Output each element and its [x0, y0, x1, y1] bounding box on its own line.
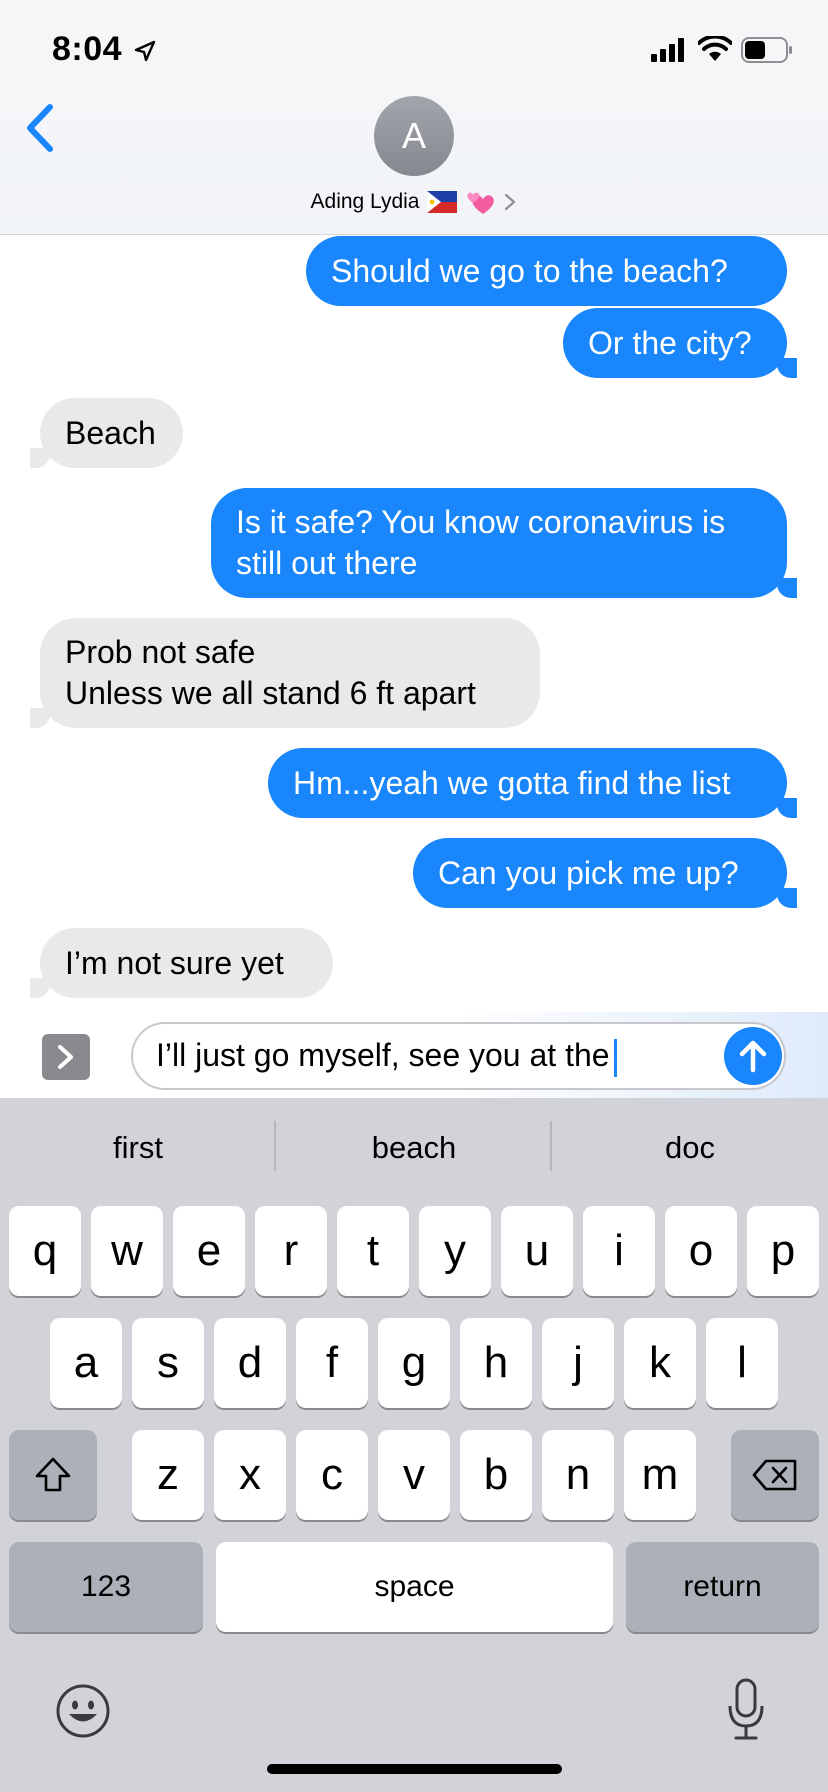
message-text: Can you pick me up?	[438, 854, 739, 891]
message-text-line: Is it safe? You know coronavirus is	[236, 504, 726, 540]
outgoing-message[interactable]: Should we go to the beach?	[306, 236, 787, 306]
suggestion-first[interactable]: first	[0, 1130, 276, 1166]
two-hearts-icon	[467, 192, 495, 214]
key-a[interactable]: a	[50, 1318, 122, 1408]
chevron-right-icon	[505, 193, 516, 211]
message-text-line: Prob not safe	[65, 634, 256, 670]
delete-key[interactable]	[731, 1430, 819, 1520]
key-h[interactable]: h	[460, 1318, 532, 1408]
shift-arrow-icon	[35, 1457, 71, 1492]
key-i[interactable]: i	[583, 1206, 655, 1296]
message-text: Or the city?	[588, 324, 752, 361]
bubble-tail	[777, 358, 797, 378]
avatar-initial: A	[401, 115, 426, 156]
key-z[interactable]: z	[132, 1430, 204, 1520]
message-input-text[interactable]: I’ll just go myself, see you at the	[156, 1037, 617, 1077]
numbers-key[interactable]: 123	[9, 1542, 203, 1632]
philippines-flag-icon	[427, 191, 458, 213]
key-g[interactable]: g	[378, 1318, 450, 1408]
message-text: Hm...yeah we gotta find the list	[293, 764, 731, 801]
outgoing-message[interactable]: Or the city?	[563, 308, 797, 378]
message-text-line: still out there	[236, 545, 418, 581]
bubble-tail	[30, 448, 50, 468]
message-text: Beach	[65, 414, 156, 451]
outgoing-message[interactable]: Is it safe? You know coronavirus is stil…	[211, 488, 797, 598]
suggestion-doc[interactable]: doc	[552, 1130, 828, 1166]
key-l[interactable]: l	[706, 1318, 778, 1408]
battery-icon	[741, 37, 792, 63]
key-r[interactable]: r	[255, 1206, 327, 1296]
bubble-tail	[30, 978, 50, 998]
key-u[interactable]: u	[501, 1206, 573, 1296]
message-text: I’m not sure yet	[65, 944, 284, 981]
bubble-tail	[777, 888, 797, 908]
status-time-text: 8:04	[52, 30, 123, 68]
wifi-icon	[698, 36, 732, 61]
contact-avatar[interactable]: A	[374, 96, 454, 176]
message-text-line: Unless we all stand 6 ft apart	[65, 675, 476, 711]
apps-expand-button[interactable]	[42, 1034, 90, 1080]
key-n[interactable]: n	[542, 1430, 614, 1520]
status-time: 8:04	[52, 30, 156, 69]
suggestion-label: beach	[371, 1130, 457, 1165]
key-o[interactable]: o	[665, 1206, 737, 1296]
cellular-signal-icon	[651, 38, 684, 62]
key-m[interactable]: m	[624, 1430, 696, 1520]
key-c[interactable]: c	[296, 1430, 368, 1520]
back-chevron-icon[interactable]	[20, 102, 60, 154]
home-indicator[interactable]	[267, 1764, 562, 1774]
suggestion-beach[interactable]: beach	[276, 1130, 552, 1166]
incoming-message[interactable]: Prob not safe Unless we all stand 6 ft a…	[30, 618, 540, 728]
suggestion-label: first	[113, 1130, 163, 1165]
key-w[interactable]: w	[91, 1206, 163, 1296]
composer-text: I’ll just go myself, see you at the	[156, 1037, 610, 1073]
bubble-tail	[777, 798, 797, 818]
key-x[interactable]: x	[214, 1430, 286, 1520]
send-button[interactable]	[724, 1027, 782, 1085]
key-e[interactable]: e	[173, 1206, 245, 1296]
return-key[interactable]: return	[626, 1542, 819, 1632]
emoji-icon[interactable]	[55, 1683, 111, 1739]
contact-name-button[interactable]: Ading Lydia	[250, 184, 578, 220]
location-arrow-icon	[134, 40, 156, 62]
arrow-up-icon	[739, 1040, 767, 1073]
key-k[interactable]: k	[624, 1318, 696, 1408]
text-caret	[613, 1038, 617, 1077]
bubble-tail	[30, 708, 50, 728]
microphone-icon[interactable]	[726, 1678, 766, 1742]
incoming-message[interactable]: I’m not sure yet	[30, 928, 333, 998]
key-y[interactable]: y	[419, 1206, 491, 1296]
outgoing-message[interactable]: Can you pick me up?	[413, 838, 797, 908]
suggestion-label: doc	[665, 1130, 715, 1165]
bubble-tail	[777, 578, 797, 598]
key-v[interactable]: v	[378, 1430, 450, 1520]
shift-key[interactable]	[9, 1430, 97, 1520]
key-s[interactable]: s	[132, 1318, 204, 1408]
contact-name: Ading Lydia	[310, 190, 420, 213]
key-b[interactable]: b	[460, 1430, 532, 1520]
incoming-message[interactable]: Beach	[30, 398, 183, 468]
space-key[interactable]: space	[216, 1542, 613, 1632]
key-q[interactable]: q	[9, 1206, 81, 1296]
chevron-right-icon	[58, 1045, 73, 1069]
key-p[interactable]: p	[747, 1206, 819, 1296]
message-text: Should we go to the beach?	[331, 252, 728, 289]
key-t[interactable]: t	[337, 1206, 409, 1296]
key-d[interactable]: d	[214, 1318, 286, 1408]
key-f[interactable]: f	[296, 1318, 368, 1408]
backspace-icon	[752, 1459, 797, 1491]
outgoing-message[interactable]: Hm...yeah we gotta find the list	[268, 748, 797, 818]
key-j[interactable]: j	[542, 1318, 614, 1408]
